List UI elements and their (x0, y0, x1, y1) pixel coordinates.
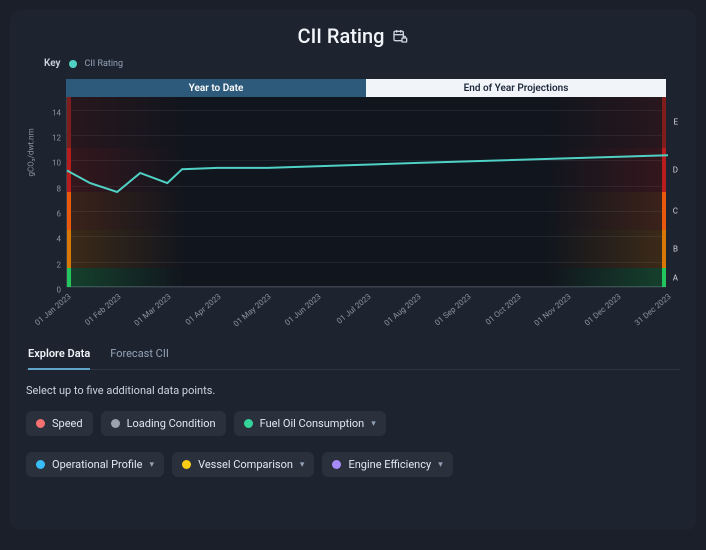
chip-vessel-comparison[interactable]: Vessel Comparison ▾ (172, 452, 314, 477)
chip-dot (111, 419, 120, 428)
band-label-C: C (673, 207, 678, 216)
chip-fuel-oil[interactable]: Fuel Oil Consumption ▾ (234, 411, 386, 436)
chip-label: Fuel Oil Consumption (260, 417, 365, 430)
x-tick: 01 Mar 2023 (133, 292, 173, 328)
tab-explore-data[interactable]: Explore Data (28, 341, 90, 370)
y-axis-label: gCO₂/dwt.nm (27, 128, 36, 176)
y-tick: 12 (41, 134, 61, 143)
chip-label: Loading Condition (127, 417, 216, 430)
legend: Key CII Rating (26, 58, 680, 69)
chip-dot (332, 460, 341, 469)
plot-area[interactable]: gCO₂/dwt.nm 02468101214 ABCDE 01 Jan 202… (66, 97, 666, 287)
x-tick: 01 Jun 2023 (283, 292, 323, 327)
y-tick: 10 (41, 159, 61, 168)
chip-row: Speed Loading Condition Fuel Oil Consumpti… (26, 411, 680, 477)
toggle-end-of-year[interactable]: End of Year Projections (366, 79, 666, 97)
x-tick: 01 Apr 2023 (184, 292, 223, 327)
chart-container: Year to Date End of Year Projections gCO… (26, 79, 680, 333)
title-row: CII Rating (26, 24, 680, 48)
y-tick: 4 (41, 235, 61, 244)
chip-speed[interactable]: Speed (26, 411, 93, 436)
chip-label: Speed (52, 417, 83, 430)
chevron-down-icon: ▾ (371, 419, 376, 429)
toggle-year-to-date[interactable]: Year to Date (66, 79, 366, 97)
y-tick: 14 (41, 108, 61, 117)
tab-forecast-cii[interactable]: Forecast CII (110, 341, 169, 370)
chip-dot (182, 460, 191, 469)
band-label-B: B (673, 245, 678, 254)
cii-rating-panel: CII Rating Key CII Rating Year to Date E… (10, 10, 696, 530)
y-tick: 8 (41, 184, 61, 193)
chip-operational-profile[interactable]: Operational Profile ▾ (26, 452, 164, 477)
x-tick: 31 Dec 2023 (633, 292, 673, 328)
y-ticks: 02468101214 (45, 97, 65, 286)
chip-label: Operational Profile (52, 458, 143, 471)
chip-dot (36, 419, 45, 428)
chevron-down-icon: ▾ (150, 460, 155, 470)
band-label-E: E (673, 118, 678, 127)
chevron-down-icon: ▾ (438, 460, 443, 470)
band-label-A: A (673, 273, 678, 282)
x-tick: 01 Oct 2023 (484, 292, 523, 327)
chip-dot (36, 460, 45, 469)
x-tick: 01 Feb 2023 (83, 292, 123, 327)
chip-dot (244, 419, 253, 428)
y-tick: 2 (41, 260, 61, 269)
x-tick: 01 Sep 2023 (433, 292, 473, 327)
chip-engine-efficiency[interactable]: Engine Efficiency ▾ (322, 452, 452, 477)
x-ticks: 01 Jan 202301 Feb 202301 Mar 202301 Apr … (67, 286, 666, 326)
x-tick: 01 Aug 2023 (383, 292, 423, 328)
page-title: CII Rating (298, 24, 385, 48)
y-tick: 0 (41, 286, 61, 295)
chip-label: Vessel Comparison (198, 458, 293, 471)
line-chart (67, 97, 666, 286)
x-tick: 01 Jul 2023 (335, 292, 373, 326)
x-tick: 01 Jan 2023 (33, 292, 73, 327)
legend-dot (69, 60, 77, 68)
chip-loading-condition[interactable]: Loading Condition (101, 411, 226, 436)
period-toggle: Year to Date End of Year Projections (66, 79, 666, 97)
help-text: Select up to five additional data points… (26, 384, 680, 397)
legend-series-name: CII Rating (85, 59, 124, 69)
x-tick: 01 Dec 2023 (583, 292, 623, 328)
band-label-D: D (673, 165, 678, 174)
x-tick: 01 May 2023 (232, 292, 273, 328)
chevron-down-icon: ▾ (300, 460, 305, 470)
tabs: Explore Data Forecast CII (26, 341, 680, 370)
x-tick: 01 Nov 2023 (533, 292, 573, 328)
chip-label: Engine Efficiency (348, 458, 431, 471)
y-tick: 6 (41, 210, 61, 219)
legend-label: Key (44, 58, 61, 69)
calendar-lock-icon[interactable] (392, 28, 408, 44)
